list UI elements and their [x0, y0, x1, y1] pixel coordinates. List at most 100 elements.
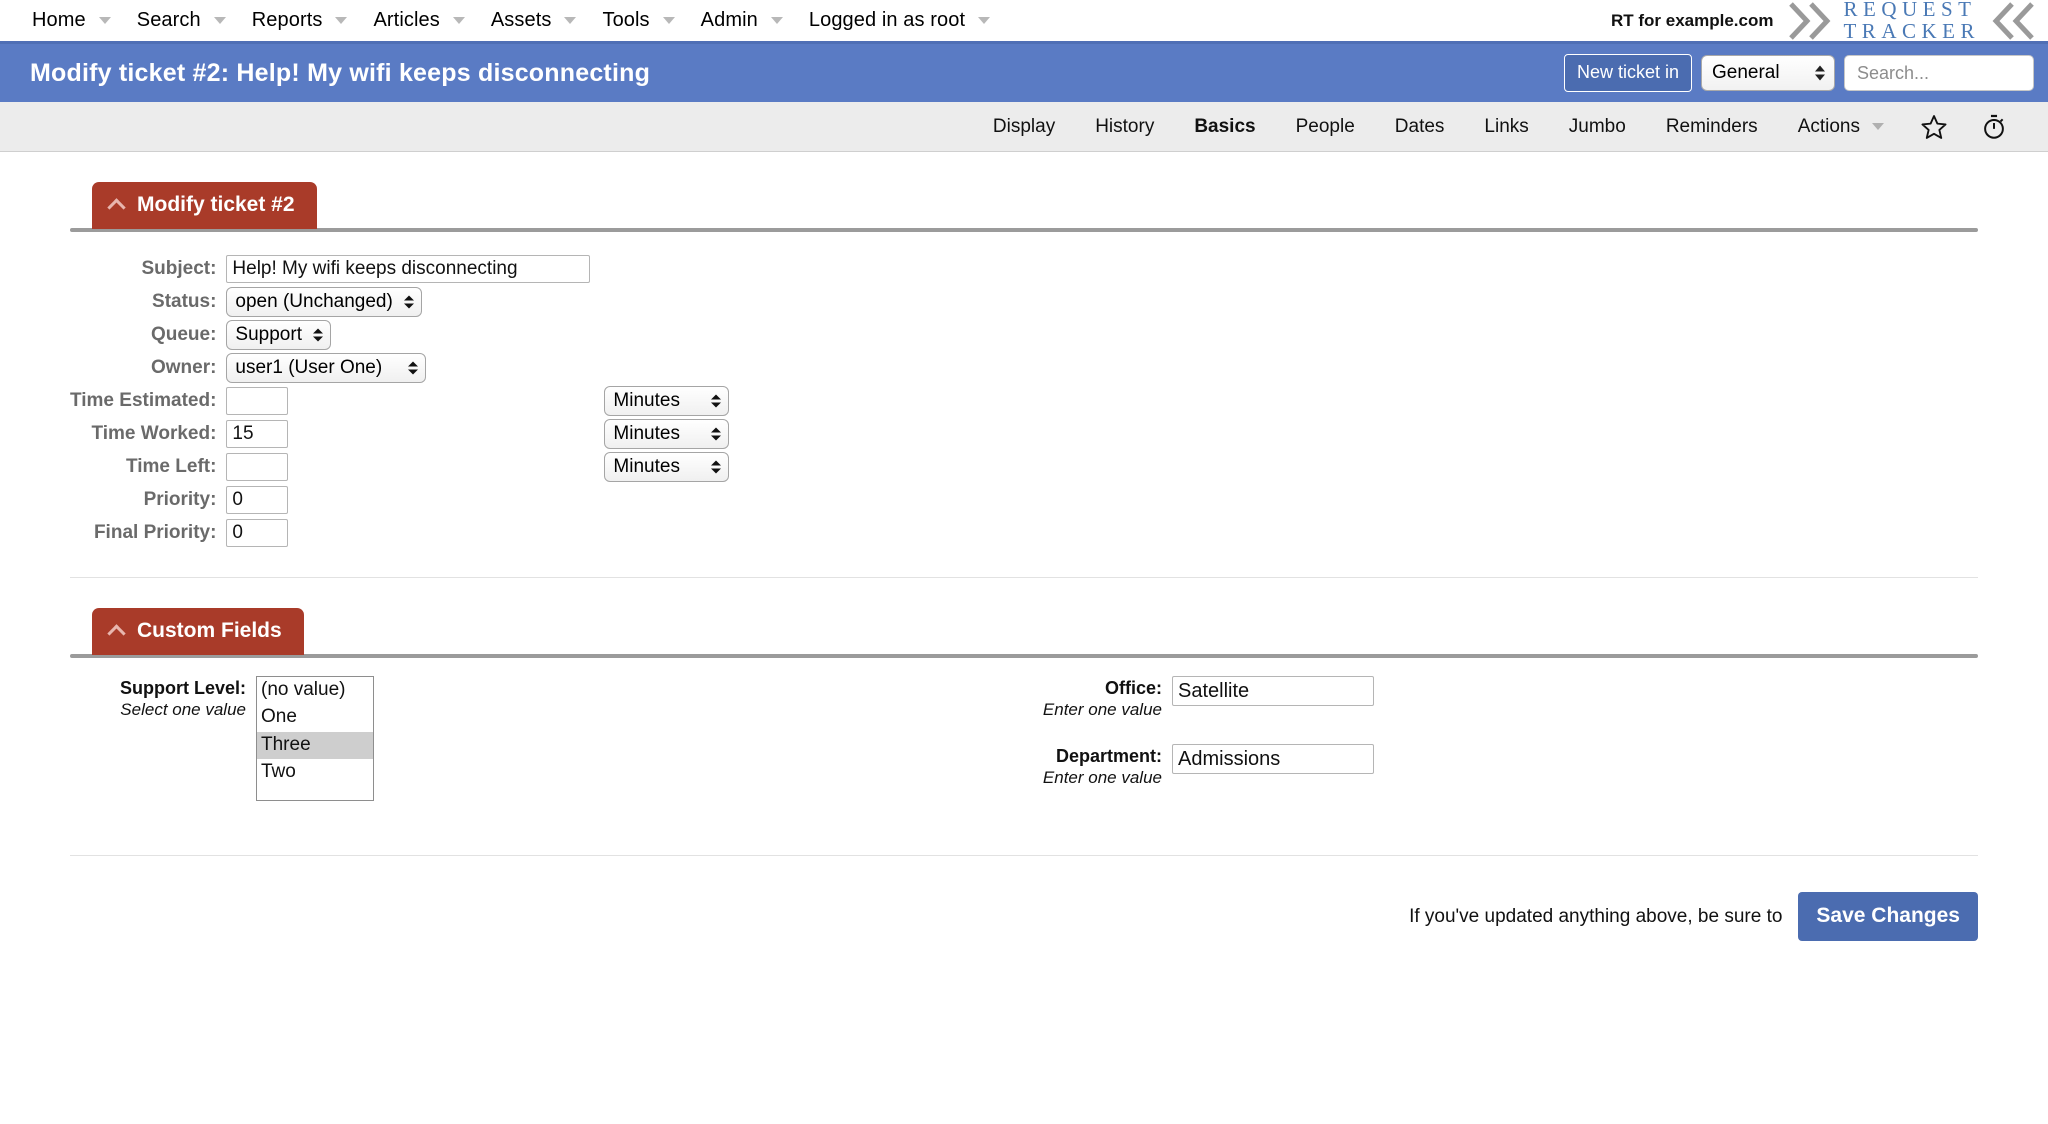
- tab-label: Links: [1484, 115, 1529, 137]
- search-input[interactable]: [1855, 61, 2023, 85]
- tab-basics[interactable]: Basics: [1174, 116, 1275, 138]
- title-bar-actions: New ticket in General: [1563, 54, 2034, 92]
- chevron-down-icon[interactable]: [213, 17, 226, 24]
- queue-select[interactable]: Support: [226, 319, 331, 350]
- modify-ticket-header[interactable]: Modify ticket #2: [92, 182, 317, 229]
- office-hint: Enter one value: [1042, 700, 1162, 719]
- field-row-time-left: Time Left: Minutes: [70, 450, 730, 483]
- tab-jumbo[interactable]: Jumbo: [1549, 116, 1646, 138]
- department-label-block: Department: Enter one value: [1024, 744, 1172, 788]
- chevron-down-icon[interactable]: [770, 17, 783, 24]
- chevron-down-icon[interactable]: [98, 17, 111, 24]
- chevron-down-icon[interactable]: [662, 17, 675, 24]
- field-row-priority: Priority:: [70, 483, 729, 516]
- new-ticket-in-button[interactable]: New ticket in: [1563, 54, 1692, 92]
- tab-reminders[interactable]: Reminders: [1646, 116, 1778, 138]
- tab-label: People: [1295, 115, 1355, 137]
- time-tracking-button[interactable]: [1964, 113, 2024, 141]
- time-left-unit-value: Minutes: [613, 455, 680, 477]
- basics-field-table: Subject: Status: open (Unchanged): [70, 252, 730, 549]
- stopwatch-timer-icon: [1984, 114, 2004, 139]
- time-estimated-unit-select[interactable]: Minutes: [604, 385, 730, 416]
- department-label: Department:: [1055, 746, 1162, 766]
- chevron-down-icon[interactable]: [978, 17, 991, 24]
- priority-input[interactable]: [226, 485, 289, 514]
- tab-links[interactable]: Links: [1464, 116, 1548, 138]
- support-level-hint: Select one value: [120, 700, 246, 719]
- owner-select[interactable]: user1 (User One): [226, 352, 427, 383]
- list-item-selected[interactable]: Three: [257, 731, 373, 760]
- subject-label: Subject:: [141, 257, 217, 279]
- time-worked-unit-select[interactable]: Minutes: [604, 418, 730, 449]
- widget-title-row: Modify ticket #2: [70, 152, 1978, 229]
- favorite-star-button[interactable]: [1904, 113, 1964, 141]
- nav-item-admin[interactable]: Admin: [687, 0, 795, 41]
- form-footer: If you've updated anything above, be sur…: [70, 856, 1978, 941]
- time-left-unit-select[interactable]: Minutes: [604, 451, 730, 482]
- select-stepper-icon: [711, 460, 722, 473]
- custom-fields-header[interactable]: Custom Fields: [92, 608, 304, 655]
- time-worked-unit-value: Minutes: [613, 422, 680, 444]
- new-ticket-queue-select[interactable]: General: [1701, 55, 1835, 91]
- queue-value: Support: [235, 323, 302, 345]
- time-left-input[interactable]: [226, 452, 289, 481]
- final-priority-label: Final Priority:: [93, 521, 217, 543]
- nav-item-search[interactable]: Search: [123, 0, 238, 41]
- save-changes-button[interactable]: Save Changes: [1798, 892, 1978, 941]
- nav-item-home[interactable]: Home: [18, 0, 123, 41]
- status-select[interactable]: open (Unchanged): [226, 286, 422, 317]
- chevron-down-icon[interactable]: [335, 17, 348, 24]
- time-worked-input[interactable]: [226, 419, 289, 448]
- chevron-down-icon[interactable]: [564, 17, 577, 24]
- final-priority-input[interactable]: [226, 518, 289, 547]
- time-left-label: Time Left:: [125, 455, 217, 477]
- chevron-down-icon[interactable]: [1872, 123, 1884, 130]
- global-search-box[interactable]: [1844, 55, 2034, 91]
- tab-dates[interactable]: Dates: [1375, 116, 1465, 138]
- tab-history[interactable]: History: [1075, 116, 1174, 138]
- tab-label: Reminders: [1665, 115, 1758, 137]
- nav-item-logged-in-as[interactable]: Logged in as root: [795, 0, 1002, 41]
- double-chevron-left-icon: [1992, 1, 2034, 40]
- list-item[interactable]: Two: [257, 759, 373, 786]
- nav-item-articles[interactable]: Articles: [359, 0, 476, 41]
- chevron-down-icon[interactable]: [452, 17, 465, 24]
- rt-instance-label: RT for example.com: [1610, 10, 1774, 30]
- support-level-label-block: Support Level: Select one value: [70, 676, 256, 720]
- page-title-bar: Modify ticket #2: Help! My wifi keeps di…: [0, 44, 2048, 102]
- logo-line-2: TRACKER: [1843, 18, 1980, 43]
- list-item[interactable]: (no value): [257, 677, 373, 704]
- select-stepper-icon: [711, 394, 722, 407]
- field-row-status: Status: open (Unchanged): [70, 285, 729, 318]
- chevron-up-icon[interactable]: [107, 198, 126, 217]
- department-hint: Enter one value: [1042, 768, 1162, 787]
- tab-people[interactable]: People: [1276, 116, 1375, 138]
- custom-fields-grid: Support Level: Select one value (no valu…: [70, 658, 1978, 825]
- nav-item-tools[interactable]: Tools: [588, 0, 686, 41]
- field-row-subject: Subject:: [70, 252, 729, 285]
- tab-actions[interactable]: Actions: [1778, 116, 1904, 138]
- support-level-listbox[interactable]: (no value) One Three Two: [256, 676, 374, 801]
- nav-item-assets[interactable]: Assets: [477, 0, 589, 41]
- nav-item-reports[interactable]: Reports: [238, 0, 360, 41]
- field-row-time-worked: Time Worked: Minutes: [70, 417, 730, 450]
- field-row-queue: Queue: Support: [70, 318, 729, 351]
- office-input[interactable]: [1172, 676, 1374, 706]
- nav-label: Search: [136, 9, 201, 31]
- request-tracker-logo[interactable]: REQUEST TRACKER: [1789, 0, 2040, 42]
- save-hint-text: If you've updated anything above, be sur…: [1409, 905, 1783, 927]
- select-stepper-icon: [1815, 65, 1825, 81]
- tab-display[interactable]: Display: [973, 116, 1075, 138]
- time-estimated-input[interactable]: [226, 386, 289, 415]
- department-input[interactable]: [1172, 744, 1374, 774]
- tab-label: Basics: [1194, 115, 1256, 137]
- list-item[interactable]: One: [257, 704, 373, 731]
- custom-field-department: Department: Enter one value: [1024, 744, 1978, 788]
- tab-label: Display: [992, 115, 1056, 137]
- nav-label: Articles: [373, 9, 440, 31]
- select-stepper-icon: [711, 427, 722, 440]
- widget-title: Custom Fields: [137, 619, 282, 642]
- subject-input[interactable]: [226, 254, 591, 283]
- chevron-up-icon[interactable]: [107, 624, 126, 643]
- select-stepper-icon: [312, 328, 323, 341]
